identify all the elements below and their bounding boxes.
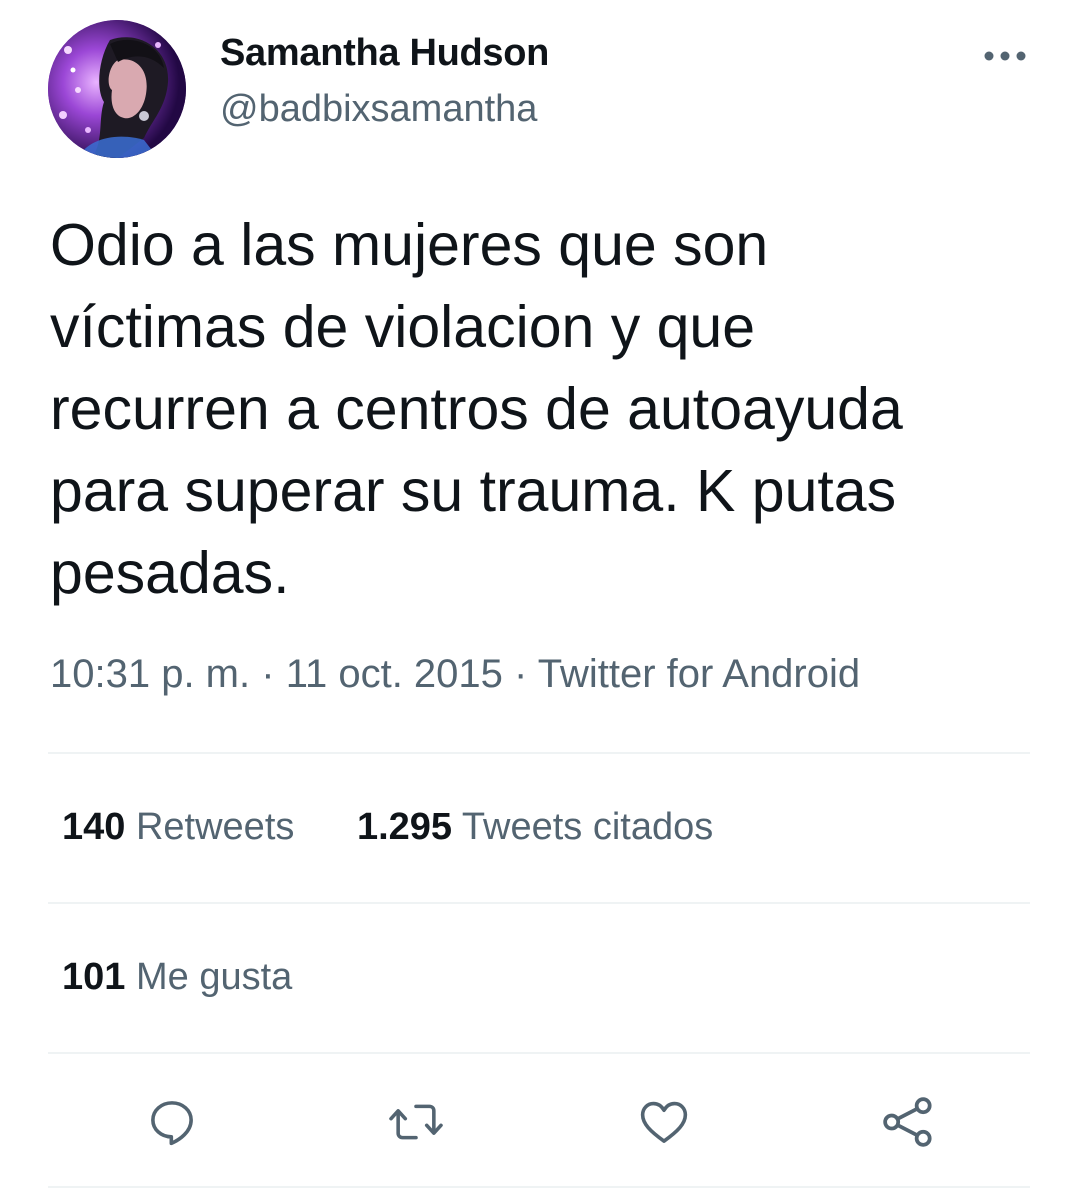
tweet-time[interactable]: 10:31 p. m.	[50, 652, 250, 696]
retweets-count: 140	[62, 806, 126, 848]
quotes-count: 1.295	[356, 806, 453, 848]
divider	[48, 1186, 1030, 1188]
like-button[interactable]	[634, 1092, 694, 1152]
likes-label: Me gusta	[135, 956, 293, 998]
retweet-button[interactable]	[386, 1092, 446, 1152]
tweet-text: Odio a las mujeres que son víctimas de v…	[50, 212, 903, 606]
retweets-label: Retweets	[135, 806, 295, 848]
likes-count: 101	[62, 956, 126, 998]
reply-icon	[151, 1101, 193, 1146]
quotes-label: Tweets citados	[461, 806, 714, 848]
retweet-icon	[389, 1104, 443, 1140]
meta-separator: ·	[261, 652, 275, 696]
action-bar	[0, 1092, 1078, 1152]
more-options-button[interactable]	[980, 36, 1030, 76]
divider	[48, 752, 1030, 754]
share-button[interactable]	[878, 1092, 938, 1152]
retweets-stat[interactable]: 140 Retweets	[62, 806, 294, 849]
display-name[interactable]: Samantha Hudson	[220, 32, 549, 75]
meta-separator: ·	[514, 652, 528, 696]
divider	[48, 1052, 1030, 1054]
more-icon	[984, 51, 1026, 61]
reply-button[interactable]	[142, 1092, 202, 1152]
heart-icon	[640, 1101, 688, 1143]
tweet-metadata: 10:31 p. m. · 11 oct. 2015 · Twitter for…	[50, 652, 860, 697]
user-handle[interactable]: @badbixsamantha	[220, 88, 537, 131]
avatar[interactable]	[48, 20, 186, 158]
tweet-source[interactable]: Twitter for Android	[538, 652, 860, 696]
share-icon	[883, 1097, 932, 1147]
divider	[48, 902, 1030, 904]
stats-row: 140 Retweets 1.295 Tweets citados	[62, 806, 713, 849]
tweet-date[interactable]: 11 oct. 2015	[286, 652, 503, 696]
likes-stat[interactable]: 101 Me gusta	[62, 956, 292, 999]
profile-photo	[48, 20, 186, 158]
quotes-stat[interactable]: 1.295 Tweets citados	[357, 806, 713, 849]
likes-row: 101 Me gusta	[62, 956, 292, 999]
